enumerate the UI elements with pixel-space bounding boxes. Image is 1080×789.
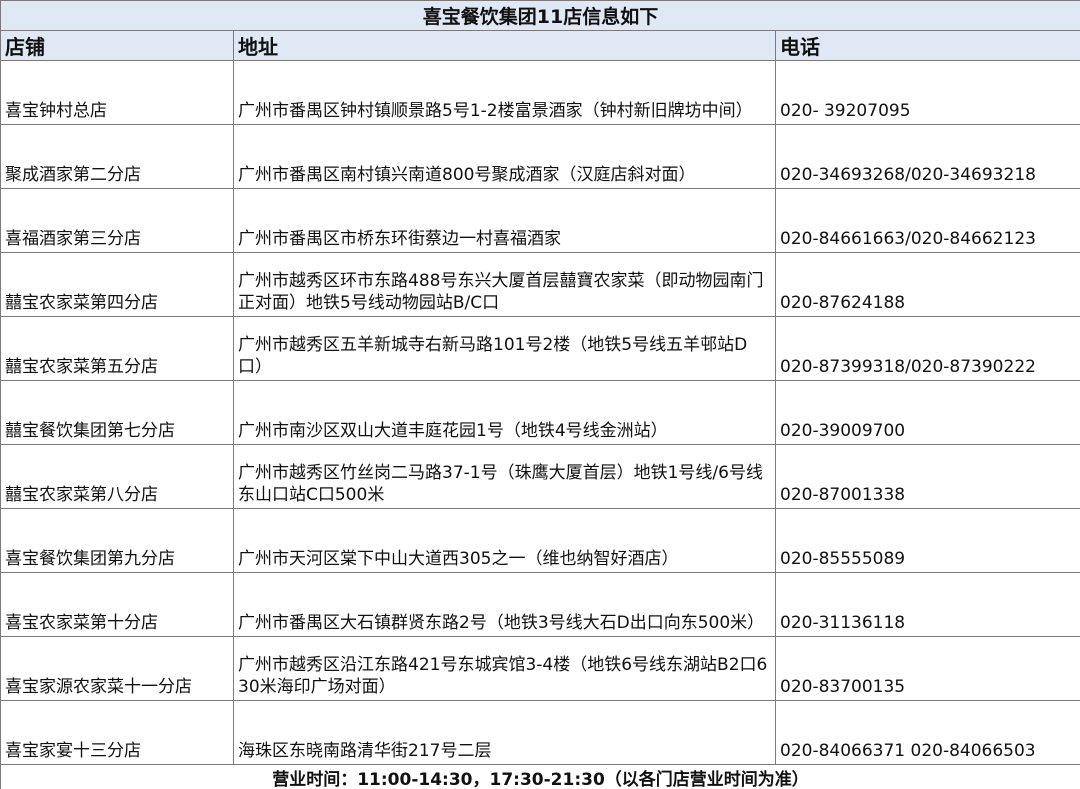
table-row: 囍宝农家菜第五分店 广州市越秀区五羊新城寺右新马路101号2楼（地铁5号线五羊邨…	[0, 316, 1080, 381]
store-name: 聚成酒家第二分店	[0, 124, 234, 189]
store-address: 广州市南沙区双山大道丰庭花园1号（地铁4号线金洲站）	[233, 380, 776, 445]
store-phone: 020-84066371 020-84066503	[775, 700, 1080, 765]
table-row: 喜宝家源农家菜十一分店 广州市越秀区沿江东路421号东城宾馆3-4楼（地铁6号线…	[0, 636, 1080, 701]
table-row: 喜宝餐饮集团第九分店 广州市天河区棠下中山大道西305之一（维也纳智好酒店） 0…	[0, 508, 1080, 573]
table-title: 喜宝餐饮集团11店信息如下	[0, 0, 1080, 31]
store-phone: 020-87399318/020-87390222	[775, 316, 1080, 381]
store-address: 海珠区东晓南路清华街217号二层	[233, 700, 776, 765]
store-phone: 020-87624188	[775, 252, 1080, 317]
store-phone: 020-83700135	[775, 636, 1080, 701]
store-address: 广州市番禺区南村镇兴南道800号聚成酒家（汉庭店斜对面）	[233, 124, 776, 189]
store-address: 广州市天河区棠下中山大道西305之一（维也纳智好酒店）	[233, 508, 776, 573]
header-address: 地址	[233, 30, 776, 61]
store-name: 囍宝农家菜第八分店	[0, 444, 234, 509]
store-name: 囍宝农家菜第四分店	[0, 252, 234, 317]
store-phone: 020- 39207095	[775, 60, 1080, 125]
store-name: 喜宝家宴十三分店	[0, 700, 234, 765]
store-name: 喜宝家源农家菜十一分店	[0, 636, 234, 701]
store-address: 广州市越秀区环市东路488号东兴大厦首层囍寶农家菜（即动物园南门正对面）地铁5号…	[233, 252, 776, 317]
table-row: 囍宝农家菜第四分店 广州市越秀区环市东路488号东兴大厦首层囍寶农家菜（即动物园…	[0, 252, 1080, 317]
store-name: 喜宝餐饮集团第九分店	[0, 508, 234, 573]
store-name: 囍宝餐饮集团第七分店	[0, 380, 234, 445]
store-address: 广州市番禺区钟村镇顺景路5号1-2楼富景酒家（钟村新旧牌坊中间）	[233, 60, 776, 125]
store-address: 广州市越秀区沿江东路421号东城宾馆3-4楼（地铁6号线东湖站B2口630米海印…	[233, 636, 776, 701]
table-row: 喜宝钟村总店 广州市番禺区钟村镇顺景路5号1-2楼富景酒家（钟村新旧牌坊中间） …	[0, 60, 1080, 125]
table-row: 囍宝农家菜第八分店 广州市越秀区竹丝岗二马路37-1号（珠鹰大厦首层）地铁1号线…	[0, 444, 1080, 509]
store-info-sheet: 喜宝餐饮集团11店信息如下 店铺 地址 电话 喜宝钟村总店 广州市番禺区钟村镇顺…	[0, 0, 1080, 789]
store-phone: 020-87001338	[775, 444, 1080, 509]
store-address: 广州市越秀区五羊新城寺右新马路101号2楼（地铁5号线五羊邨站D口）	[233, 316, 776, 381]
footer-row: 营业时间：11:00-14:30，17:30-21:30（以各门店营业时间为准）	[0, 764, 1080, 789]
store-address: 广州市番禺区市桥东环街蔡边一村喜福酒家	[233, 188, 776, 253]
table-row: 喜福酒家第三分店 广州市番禺区市桥东环街蔡边一村喜福酒家 020-8466166…	[0, 188, 1080, 253]
table-row: 喜宝家宴十三分店 海珠区东晓南路清华街217号二层 020-84066371 0…	[0, 700, 1080, 765]
table-row: 聚成酒家第二分店 广州市番禺区南村镇兴南道800号聚成酒家（汉庭店斜对面） 02…	[0, 124, 1080, 189]
store-address: 广州市番禺区大石镇群贤东路2号（地铁3号线大石D出口向东500米）	[233, 572, 776, 637]
header-phone: 电话	[775, 30, 1080, 61]
store-table: 喜宝餐饮集团11店信息如下 店铺 地址 电话 喜宝钟村总店 广州市番禺区钟村镇顺…	[0, 0, 1080, 789]
store-phone: 020-85555089	[775, 508, 1080, 573]
store-phone: 020-31136118	[775, 572, 1080, 637]
store-name: 喜宝农家菜第十分店	[0, 572, 234, 637]
store-name: 喜宝钟村总店	[0, 60, 234, 125]
table-row: 喜宝农家菜第十分店 广州市番禺区大石镇群贤东路2号（地铁3号线大石D出口向东50…	[0, 572, 1080, 637]
store-name: 喜福酒家第三分店	[0, 188, 234, 253]
store-name: 囍宝农家菜第五分店	[0, 316, 234, 381]
store-address: 广州市越秀区竹丝岗二马路37-1号（珠鹰大厦首层）地铁1号线/6号线东山口站C口…	[233, 444, 776, 509]
header-store: 店铺	[0, 30, 234, 61]
store-phone: 020-34693268/020-34693218	[775, 124, 1080, 189]
business-hours: 营业时间：11:00-14:30，17:30-21:30（以各门店营业时间为准）	[0, 764, 1080, 789]
table-row: 囍宝餐饮集团第七分店 广州市南沙区双山大道丰庭花园1号（地铁4号线金洲站） 02…	[0, 380, 1080, 445]
store-phone: 020-84661663/020-84662123	[775, 188, 1080, 253]
title-row: 喜宝餐饮集团11店信息如下	[0, 0, 1080, 31]
header-row: 店铺 地址 电话	[0, 30, 1080, 61]
store-phone: 020-39009700	[775, 380, 1080, 445]
